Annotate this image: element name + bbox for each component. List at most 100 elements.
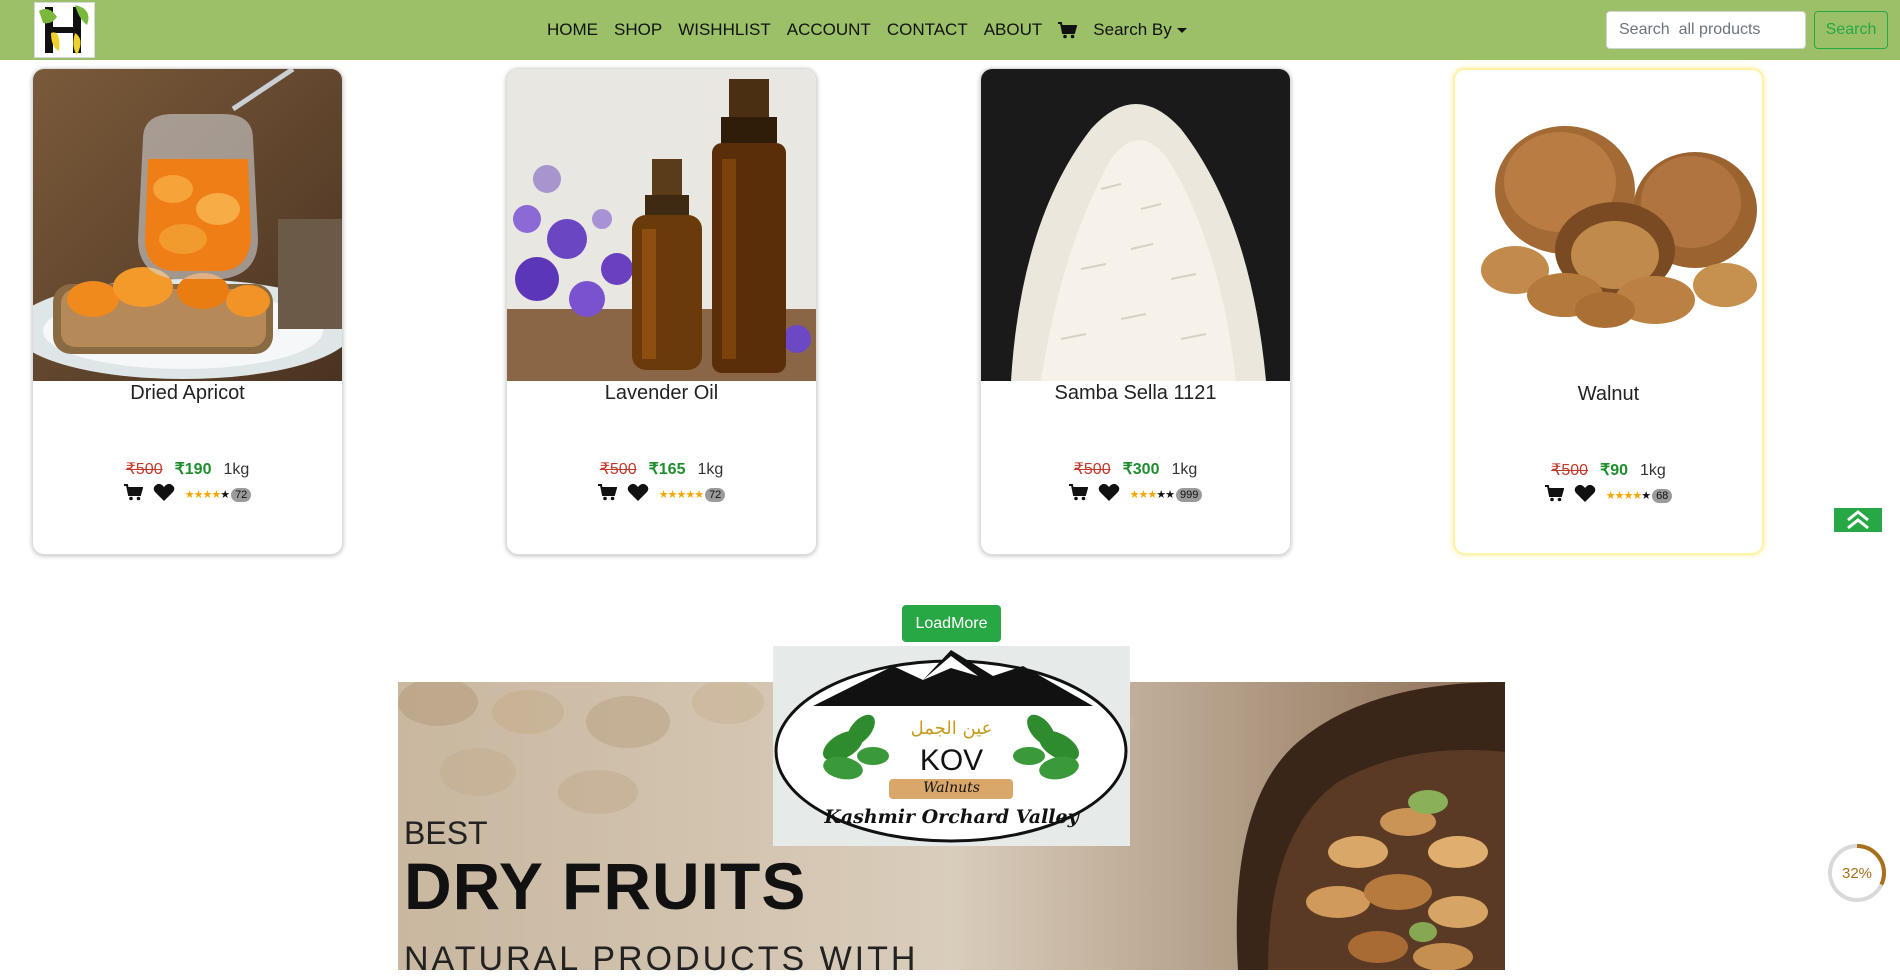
navbar: HOME SHOP WISHHLIST ACCOUNT CONTACT ABOU… [0, 0, 1900, 60]
review-count-badge: 72 [231, 487, 252, 502]
rating: ★ ★ ★ ★ ★ 68 [1605, 488, 1673, 503]
banner-heading-best: BEST [404, 815, 488, 851]
price-row: ₹500 ₹165 1kg [507, 459, 816, 479]
card-actions: ★ ★ ★ ★ ★ 72 [33, 483, 342, 506]
product-name[interactable]: Lavender Oil [507, 382, 816, 405]
price-row: ₹500 ₹300 1kg [981, 459, 1290, 479]
unit-label: 1kg [1171, 461, 1198, 478]
kov-arabic-text: عين الجمل [910, 718, 993, 739]
star-filled-icon: ★ [667, 488, 678, 501]
sale-price: ₹190 [174, 461, 212, 478]
star-filled-icon: ★ [193, 488, 204, 501]
star-filled-icon: ★ [202, 488, 212, 501]
card-actions: ★ ★ ★ ★ ★ 68 [1455, 484, 1762, 507]
star-empty-icon: ★ [1156, 488, 1166, 501]
price-row: ₹500 ₹190 1kg [33, 459, 342, 479]
kov-product-text: Walnuts [923, 780, 980, 796]
product-image-dried-apricot[interactable] [33, 69, 342, 381]
review-count-badge: 72 [705, 487, 726, 502]
heart-icon[interactable] [627, 483, 649, 506]
nav-wishlist[interactable]: WISHHLIST [678, 20, 771, 40]
star-filled-icon: ★ [1623, 489, 1633, 502]
product-card[interactable]: Lavender Oil ₹500 ₹165 1kg ★ ★ ★ ★ ★ 72 [506, 68, 817, 555]
heart-icon[interactable] [153, 483, 175, 506]
sale-price: ₹300 [1122, 461, 1160, 478]
banner-subheading: NATURAL PRODUCTS WITH [404, 940, 919, 978]
review-count-badge: 68 [1652, 488, 1673, 503]
unit-label: 1kg [223, 461, 250, 478]
search-input[interactable] [1606, 11, 1806, 49]
star-filled-icon: ★ [184, 488, 195, 501]
banner-heading-dry-fruits: DRY FRUITS [404, 849, 807, 923]
card-actions: ★ ★ ★ ★ ★ 72 [507, 483, 816, 506]
star-rating: ★ ★ ★ ★ ★ [658, 488, 704, 501]
cart-icon[interactable] [1058, 21, 1078, 39]
unit-label: 1kg [697, 461, 724, 478]
star-filled-icon: ★ [694, 488, 704, 501]
nav-home[interactable]: HOME [547, 20, 598, 40]
star-rating: ★ ★ ★ ★ ★ [1129, 488, 1175, 501]
star-filled-icon: ★ [658, 488, 669, 501]
site-logo[interactable] [34, 2, 95, 58]
product-name[interactable]: Dried Apricot [33, 382, 342, 405]
card-actions: ★ ★ ★ ★ ★ 999 [981, 483, 1290, 506]
review-count-badge: 999 [1176, 487, 1203, 502]
star-filled-icon: ★ [1614, 489, 1625, 502]
rating: ★ ★ ★ ★ ★ 72 [658, 487, 726, 502]
nav-about[interactable]: ABOUT [984, 20, 1043, 40]
old-price: ₹500 [599, 461, 637, 478]
product-image-lavender-oil[interactable] [507, 69, 816, 381]
nav-account[interactable]: ACCOUNT [787, 20, 871, 40]
star-empty-icon: ★ [1165, 488, 1175, 501]
old-price: ₹500 [1551, 462, 1589, 479]
add-to-cart-icon[interactable] [597, 484, 618, 505]
star-filled-icon: ★ [1129, 488, 1140, 501]
load-more-button[interactable]: LoadMore [902, 605, 1001, 642]
star-filled-icon: ★ [1147, 488, 1157, 501]
search-by-label: Search By [1093, 20, 1172, 39]
caret-down-icon [1176, 27, 1187, 33]
star-filled-icon: ★ [676, 488, 686, 501]
star-filled-icon: ★ [1138, 488, 1149, 501]
progress-label: 32% [1841, 864, 1873, 882]
star-filled-icon: ★ [211, 488, 221, 501]
product-image-samba-sella[interactable] [981, 69, 1290, 381]
product-card[interactable]: Walnut ₹500 ₹90 1kg ★ ★ ★ ★ ★ 68 [1453, 68, 1764, 555]
nav-shop[interactable]: SHOP [614, 20, 662, 40]
star-empty-icon: ★ [1641, 489, 1651, 502]
star-filled-icon: ★ [1605, 489, 1616, 502]
rating: ★ ★ ★ ★ ★ 999 [1129, 487, 1203, 502]
old-price: ₹500 [1073, 461, 1111, 478]
price-row: ₹500 ₹90 1kg [1455, 460, 1762, 480]
add-to-cart-icon[interactable] [1068, 484, 1088, 505]
search-button[interactable]: Search [1814, 11, 1888, 49]
sale-price: ₹90 [1600, 462, 1629, 479]
product-card[interactable]: Dried Apricot ₹500 ₹190 1kg ★ ★ ★ ★ ★ 72 [32, 68, 343, 555]
nav-contact[interactable]: CONTACT [887, 20, 968, 40]
double-chevron-up-icon [1847, 510, 1869, 530]
heart-icon[interactable] [1574, 484, 1596, 507]
nav-menu: HOME SHOP WISHHLIST ACCOUNT CONTACT ABOU… [547, 0, 1187, 60]
scroll-to-top-button[interactable] [1834, 508, 1882, 532]
scroll-progress-indicator[interactable]: 32% [1826, 842, 1888, 904]
product-name[interactable]: Samba Sella 1121 [981, 382, 1290, 405]
star-rating: ★ ★ ★ ★ ★ [1605, 489, 1651, 502]
rating: ★ ★ ★ ★ ★ 72 [184, 487, 252, 502]
add-to-cart-icon[interactable] [1544, 485, 1565, 506]
kov-walnuts-logo: عين الجمل KOV Walnuts Kashmir Orchard Va… [773, 646, 1130, 846]
product-card[interactable]: Samba Sella 1121 ₹500 ₹300 1kg ★ ★ ★ ★ ★ 999 [980, 68, 1291, 555]
add-to-cart-icon[interactable] [123, 484, 144, 505]
star-rating: ★ ★ ★ ★ ★ [184, 488, 230, 501]
star-filled-icon: ★ [685, 488, 695, 501]
star-filled-icon: ★ [1632, 489, 1642, 502]
search-by-dropdown[interactable]: Search By [1093, 20, 1187, 40]
unit-label: 1kg [1640, 462, 1666, 479]
kov-tagline-text: Kashmir Orchard Valley [824, 806, 1079, 828]
old-price: ₹500 [125, 461, 163, 478]
product-image-walnut[interactable] [1455, 70, 1762, 382]
kov-brand-text: KOV [919, 744, 984, 777]
sale-price: ₹165 [648, 461, 686, 478]
heart-icon[interactable] [1098, 483, 1120, 506]
product-name[interactable]: Walnut [1455, 383, 1762, 406]
star-empty-icon: ★ [220, 488, 230, 501]
